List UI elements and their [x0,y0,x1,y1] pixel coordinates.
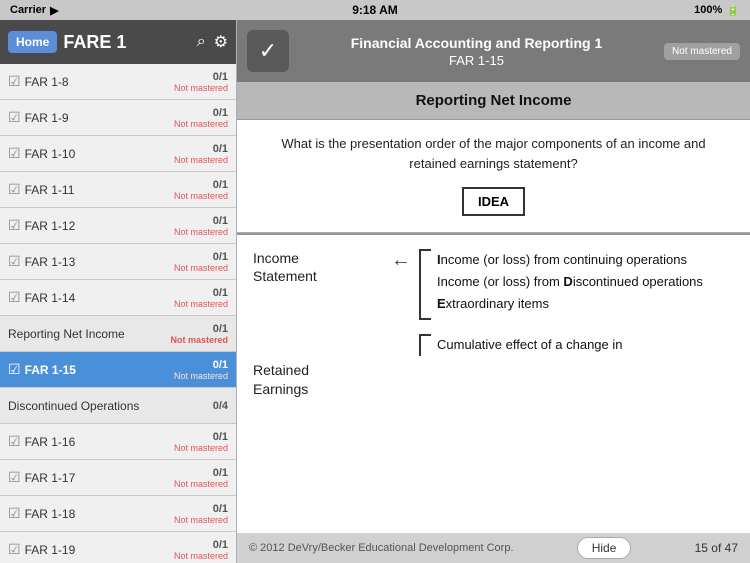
sidebar-item-right-far-1-13: 0/1Not mastered [174,251,228,273]
sidebar-item-far-1-17[interactable]: ☑FAR 1-170/1Not mastered [0,460,236,496]
sidebar-item-far-1-12[interactable]: ☑FAR 1-120/1Not mastered [0,208,236,244]
diagram-item-2: Income (or loss) from Discontinued opera… [437,271,734,293]
card-area: Reporting Net Income What is the present… [237,82,750,533]
diagram-area: IncomeStatement RetainedEarnings ← Incom… [237,239,750,533]
divider [237,232,750,235]
arrow-icon: ← [383,249,419,272]
sidebar-item-right-reporting-net-income: 0/1Not mastered [170,323,228,345]
idea-button[interactable]: IDEA [462,187,525,216]
sidebar-item-far-1-13[interactable]: ☑FAR 1-130/1Not mastered [0,244,236,280]
sidebar-item-label-far-1-10: FAR 1-10 [25,147,174,161]
status-battery: 100% 🔋 [694,4,740,17]
retained-bracket: Cumulative effect of a change in [419,334,734,356]
sidebar: Home FARE 1 ⌕ ⚙ ☑FAR 1-80/1Not mastered☑… [0,20,237,563]
copyright-text: © 2012 DeVry/Becker Educational Developm… [249,542,514,554]
header-sub-title: FAR 1-15 [299,53,654,68]
sidebar-item-label-discontinued-operations: Discontinued Operations [8,399,178,413]
header-title-block: Financial Accounting and Reporting 1 FAR… [299,35,654,68]
sidebar-item-far-1-8[interactable]: ☑FAR 1-80/1Not mastered [0,64,236,100]
income-bracket: Income (or loss) from continuing operati… [419,249,734,320]
sidebar-item-right-discontinued-operations: 0/4 [178,400,228,412]
sidebar-item-label-far-1-16: FAR 1-16 [25,435,174,449]
sidebar-item-discontinued-operations[interactable]: Discontinued Operations0/4 [0,388,236,424]
sidebar-item-label-far-1-18: FAR 1-18 [25,507,174,521]
header-checkmark-icon: ✓ [247,30,289,72]
sidebar-item-right-far-1-19: 0/1Not mastered [174,539,228,561]
sidebar-item-label-far-1-9: FAR 1-9 [25,111,174,125]
retained-earnings-label: RetainedEarnings [253,361,383,397]
main-content: ✓ Financial Accounting and Reporting 1 F… [237,20,750,563]
content-header: ✓ Financial Accounting and Reporting 1 F… [237,20,750,82]
sidebar-item-right-far-1-11: 0/1Not mastered [174,179,228,201]
sidebar-item-label-far-1-12: FAR 1-12 [25,219,174,233]
card-question: What is the presentation order of the ma… [237,120,750,183]
page-number: 15 of 47 [695,541,738,555]
sidebar-item-right-far-1-8: 0/1Not mastered [174,71,228,93]
diagram-item-4: Cumulative effect of a change in [437,334,734,356]
sidebar-item-far-1-19[interactable]: ☑FAR 1-190/1Not mastered [0,532,236,563]
sidebar-item-label-far-1-11: FAR 1-11 [25,183,174,197]
sidebar-item-right-far-1-15: 0/1Not mastered [174,359,228,381]
sidebar-item-right-far-1-14: 0/1Not mastered [174,287,228,309]
sidebar-item-right-far-1-17: 0/1Not mastered [174,467,228,489]
diagram-right: Income (or loss) from continuing operati… [419,249,734,356]
income-statement-label: IncomeStatement [253,249,383,285]
diagram-item-3: Extraordinary items [437,293,734,315]
sidebar-item-right-far-1-10: 0/1Not mastered [174,143,228,165]
sidebar-item-label-far-1-17: FAR 1-17 [25,471,174,485]
sidebar-item-label-far-1-14: FAR 1-14 [25,291,174,305]
sidebar-item-far-1-14[interactable]: ☑FAR 1-140/1Not mastered [0,280,236,316]
status-bar: Carrier ▶ 9:18 AM 100% 🔋 [0,0,750,20]
diagram-content: IncomeStatement RetainedEarnings ← Incom… [253,249,734,527]
sidebar-item-right-far-1-16: 0/1Not mastered [174,431,228,453]
sidebar-item-label-far-1-15: FAR 1-15 [25,363,174,377]
idea-container: IDEA [237,183,750,220]
card-section-title: Reporting Net Income [237,82,750,120]
sidebar-item-label-far-1-19: FAR 1-19 [25,543,174,557]
sidebar-header: Home FARE 1 ⌕ ⚙ [0,20,236,64]
sidebar-item-far-1-10[interactable]: ☑FAR 1-100/1Not mastered [0,136,236,172]
app-container: Home FARE 1 ⌕ ⚙ ☑FAR 1-80/1Not mastered☑… [0,20,750,563]
status-carrier: Carrier ▶ [10,4,59,17]
sidebar-item-label-reporting-net-income: Reporting Net Income [8,327,170,341]
sidebar-item-far-1-18[interactable]: ☑FAR 1-180/1Not mastered [0,496,236,532]
sidebar-item-far-1-9[interactable]: ☑FAR 1-90/1Not mastered [0,100,236,136]
diagram-labels: IncomeStatement RetainedEarnings [253,249,383,398]
search-icon[interactable]: ⌕ [197,32,206,52]
sidebar-list: ☑FAR 1-80/1Not mastered☑FAR 1-90/1Not ma… [0,64,236,563]
sidebar-item-reporting-net-income[interactable]: Reporting Net Income0/1Not mastered [0,316,236,352]
header-main-title: Financial Accounting and Reporting 1 [299,35,654,51]
sidebar-item-right-far-1-12: 0/1Not mastered [174,215,228,237]
sidebar-item-far-1-11[interactable]: ☑FAR 1-110/1Not mastered [0,172,236,208]
sidebar-item-far-1-16[interactable]: ☑FAR 1-160/1Not mastered [0,424,236,460]
sidebar-item-label-far-1-13: FAR 1-13 [25,255,174,269]
sidebar-item-right-far-1-18: 0/1Not mastered [174,503,228,525]
sidebar-item-right-far-1-9: 0/1Not mastered [174,107,228,129]
sidebar-title: FARE 1 [63,32,190,53]
content-footer: © 2012 DeVry/Becker Educational Developm… [237,533,750,563]
sidebar-item-label-far-1-8: FAR 1-8 [25,75,174,89]
sidebar-icons: ⌕ ⚙ [197,32,228,52]
sidebar-item-far-1-15[interactable]: ☑FAR 1-150/1Not mastered [0,352,236,388]
home-button[interactable]: Home [8,31,57,53]
hide-button[interactable]: Hide [577,537,632,559]
not-mastered-badge: Not mastered [664,43,740,60]
status-time: 9:18 AM [352,3,398,17]
diagram-item-1: Income (or loss) from continuing operati… [437,249,734,271]
gear-icon[interactable]: ⚙ [214,32,228,52]
